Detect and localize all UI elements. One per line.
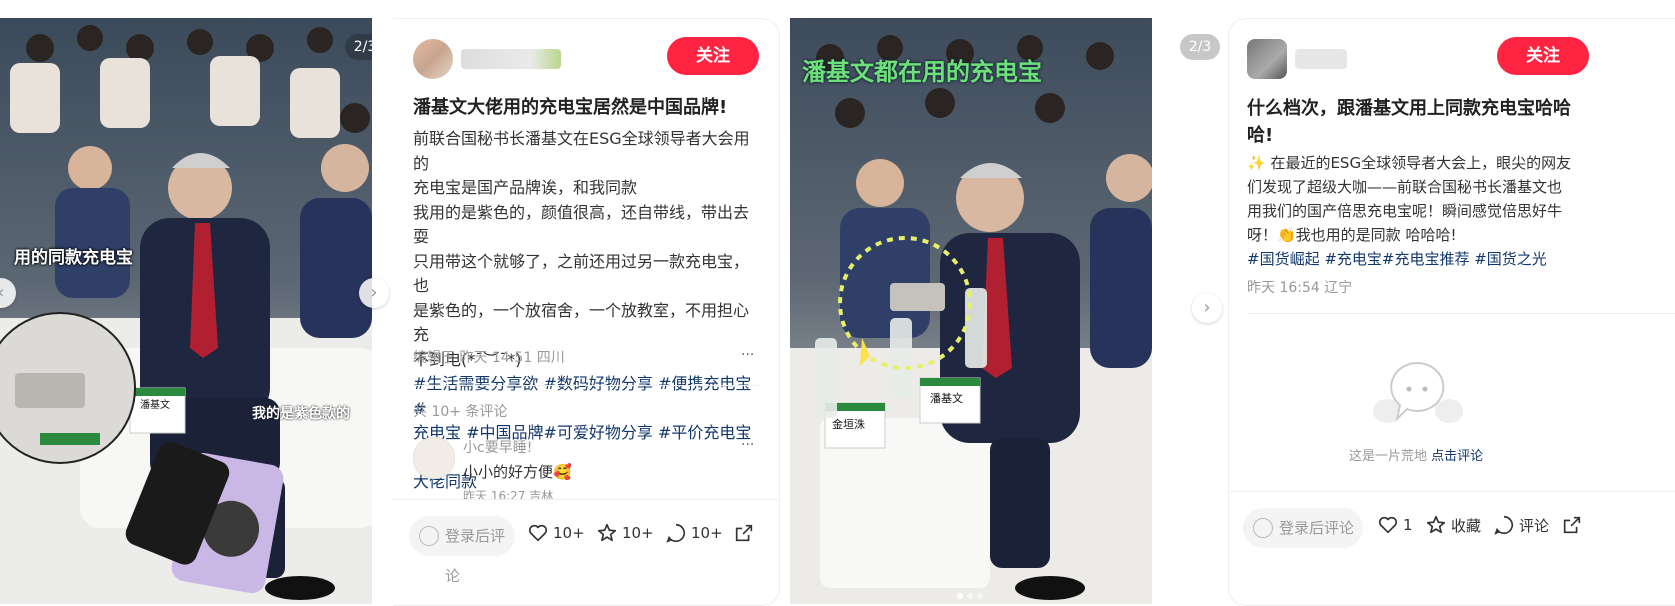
commenter-name[interactable]: 小c要早睡! xyxy=(463,437,532,457)
collect-button[interactable]: 收藏 xyxy=(1425,514,1481,536)
nameplate: 潘基文 xyxy=(140,400,170,411)
follow-button[interactable]: 关注 xyxy=(667,37,759,75)
like-button[interactable]: 10+ xyxy=(527,522,585,544)
post-description: ✨ 在最近的ESG全球领导者大会上，眼尖的网友 们发现了超级大咖——前联合国秘书… xyxy=(1247,151,1675,271)
post-title: 什么档次，跟潘基文用上同款充电宝哈哈 哈! xyxy=(1247,98,1571,146)
hashtag-line[interactable]: #国货崛起 #充电宝#充电宝推荐 #国货之光 xyxy=(1247,247,1675,271)
user-icon xyxy=(1253,518,1273,538)
chat-bubble-icon xyxy=(1494,515,1514,535)
share-button[interactable] xyxy=(733,522,755,544)
image-pager: 2/3 xyxy=(345,34,372,60)
divider xyxy=(1247,313,1675,314)
next-image-arrow[interactable]: › xyxy=(359,278,389,308)
image-banner: 潘基文都在用的充电宝 xyxy=(802,58,1042,86)
comment-more-button[interactable]: ··· xyxy=(741,437,754,453)
next-image-arrow[interactable]: › xyxy=(1192,293,1222,323)
heart-icon xyxy=(1378,516,1398,534)
heart-icon xyxy=(528,524,548,542)
comments-count: 共 10+ 条评论 xyxy=(413,404,508,420)
nameplate: 潘基文 xyxy=(930,392,963,405)
divider xyxy=(413,385,759,386)
post2-card: 关注 什么档次，跟潘基文用上同款充电宝哈哈 哈! ✨ 在最近的ESG全球领导者大… xyxy=(1228,18,1675,606)
commenter-avatar[interactable] xyxy=(413,437,455,479)
nameplate: 金垣洙 xyxy=(832,418,865,431)
author-name[interactable] xyxy=(461,49,561,69)
star-icon xyxy=(1426,515,1446,534)
follow-button[interactable]: 关注 xyxy=(1497,37,1589,75)
author-avatar[interactable] xyxy=(1247,39,1287,79)
more-options-button[interactable]: ··· xyxy=(741,347,754,363)
image-caption: 用的同款充电宝 xyxy=(14,248,133,268)
author-name[interactable] xyxy=(1295,49,1347,69)
post-title: 潘基文大佬用的充电宝居然是中国品牌! xyxy=(413,97,728,118)
share-icon xyxy=(1563,516,1581,534)
post-meta: 编辑于 昨天 14:51 四川 xyxy=(413,350,565,366)
comment-button[interactable]: 10+ xyxy=(665,522,723,544)
like-button[interactable]: 1 xyxy=(1377,514,1413,536)
user-icon xyxy=(419,526,439,546)
post-meta: 昨天 16:54 辽宁 xyxy=(1247,280,1353,296)
post1-image[interactable]: 2/3 用的同款充电宝 我的是紫色款的 潘基文 xyxy=(0,18,372,604)
star-icon xyxy=(597,523,617,542)
empty-comments-text: 这是一片荒地 点击评论 xyxy=(1349,449,1484,464)
chat-bubble-icon xyxy=(666,523,686,543)
image-handwritten-note: 我的是紫色款的 xyxy=(252,406,350,422)
comment-button[interactable]: 评论 xyxy=(1493,514,1549,536)
bottom-action-bar: 登录后评论 10+ 10+ 10+ xyxy=(393,499,779,585)
click-to-comment-link[interactable]: 点击评论 xyxy=(1431,449,1483,464)
comment-input[interactable]: 登录后评论 xyxy=(409,516,515,585)
image-pager: 2/3 xyxy=(1180,34,1220,60)
bottom-action-bar: 登录后评论 1 收藏 评论 xyxy=(1229,491,1675,564)
collect-button[interactable]: 10+ xyxy=(596,522,654,544)
comment-input[interactable]: 登录后评论 xyxy=(1243,508,1363,548)
share-icon xyxy=(735,524,753,542)
share-button[interactable] xyxy=(1561,514,1583,536)
author-avatar[interactable] xyxy=(413,39,453,79)
post2-image[interactable]: 潘基文都在用的充电宝 金垣洙 潘基文 xyxy=(790,18,1152,604)
empty-chat-icon xyxy=(1373,361,1463,423)
empty-comments-illustration xyxy=(1371,359,1463,429)
comment-text: 小小的好方便🥰 xyxy=(463,463,572,481)
post1-card: 关注 潘基文大佬用的充电宝居然是中国品牌! 前联合国秘书长潘基文在ESG全球领导… xyxy=(393,18,780,606)
